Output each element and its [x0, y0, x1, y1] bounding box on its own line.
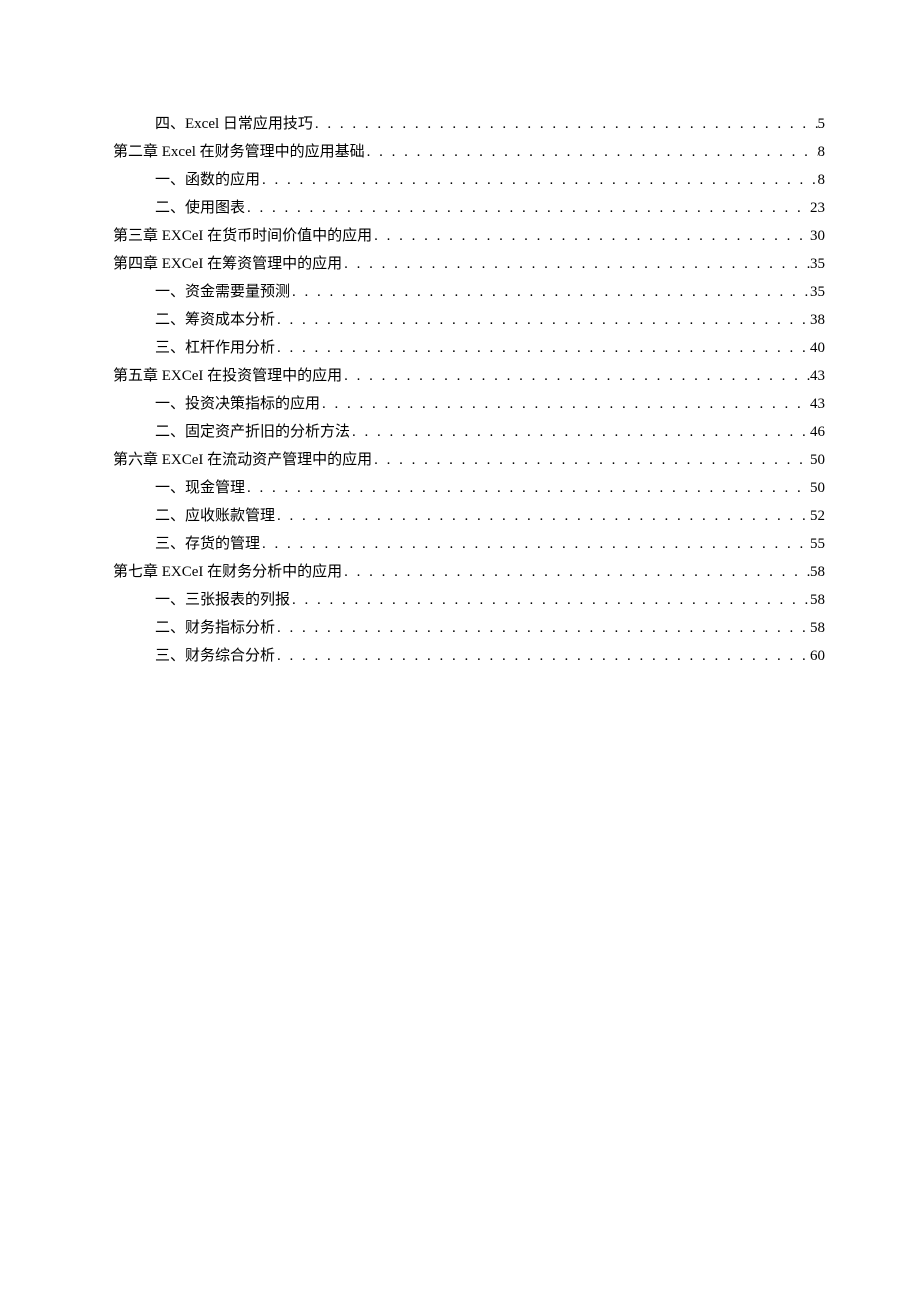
toc-page-number: 5 — [818, 110, 826, 138]
toc-entry: 第二章 Excel 在财务管理中的应用基础 8 — [95, 138, 825, 166]
toc-entry: 第三章 EXCeI 在货币时间价值中的应用 30 — [95, 222, 825, 250]
toc-leader-dots — [313, 110, 818, 138]
toc-entry: 一、资金需要量预测 35 — [95, 278, 825, 306]
toc-title: 第二章 Excel 在财务管理中的应用基础 — [113, 138, 365, 166]
toc-leader-dots — [320, 390, 810, 418]
toc-page-number: 38 — [810, 306, 825, 334]
toc-entry: 第五章 EXCeI 在投资管理中的应用 43 — [95, 362, 825, 390]
toc-leader-dots — [372, 222, 810, 250]
toc-page-number: 58 — [810, 586, 825, 614]
toc-leader-dots — [245, 474, 810, 502]
toc-entry: 一、函数的应用 8 — [95, 166, 825, 194]
toc-title: 二、财务指标分析 — [155, 614, 275, 642]
toc-page-number: 55 — [810, 530, 825, 558]
toc-title: 二、使用图表 — [155, 194, 245, 222]
toc-page-number: 60 — [810, 642, 825, 670]
toc-page-number: 43 — [810, 390, 825, 418]
toc-leader-dots — [372, 446, 810, 474]
toc-leader-dots — [342, 362, 810, 390]
toc-entry: 二、筹资成本分析 38 — [95, 306, 825, 334]
toc-entry: 二、财务指标分析 58 — [95, 614, 825, 642]
toc-leader-dots — [342, 558, 810, 586]
toc-entry: 第六章 EXCeI 在流动资产管理中的应用 50 — [95, 446, 825, 474]
toc-leader-dots — [365, 138, 818, 166]
toc-page-number: 43 — [810, 362, 825, 390]
toc-page-number: 35 — [810, 250, 825, 278]
toc-page-number: 23 — [810, 194, 825, 222]
toc-leader-dots — [290, 586, 810, 614]
toc-page-number: 50 — [810, 446, 825, 474]
toc-entry: 一、投资决策指标的应用 43 — [95, 390, 825, 418]
toc-leader-dots — [275, 306, 810, 334]
toc-entry: 三、杠杆作用分析 40 — [95, 334, 825, 362]
toc-leader-dots — [260, 166, 817, 194]
toc-leader-dots — [245, 194, 810, 222]
toc-entry: 一、现金管理 50 — [95, 474, 825, 502]
toc-leader-dots — [350, 418, 810, 446]
toc-title: 二、筹资成本分析 — [155, 306, 275, 334]
toc-leader-dots — [290, 278, 810, 306]
toc-entry: 四、Excel 日常应用技巧 5 — [95, 110, 825, 138]
toc-page-number: 58 — [810, 614, 825, 642]
toc-leader-dots — [275, 334, 810, 362]
toc-entry: 一、三张报表的列报 58 — [95, 586, 825, 614]
toc-entry: 二、固定资产折旧的分析方法 46 — [95, 418, 825, 446]
toc-title: 第三章 EXCeI 在货币时间价值中的应用 — [113, 222, 372, 250]
toc-title: 一、现金管理 — [155, 474, 245, 502]
toc-entry: 第四章 EXCeI 在筹资管理中的应用 35 — [95, 250, 825, 278]
toc-page-number: 58 — [810, 558, 825, 586]
toc-title: 第四章 EXCeI 在筹资管理中的应用 — [113, 250, 342, 278]
toc-title: 一、投资决策指标的应用 — [155, 390, 320, 418]
toc-entry: 三、财务综合分析 60 — [95, 642, 825, 670]
toc-page-number: 46 — [810, 418, 825, 446]
table-of-contents: 四、Excel 日常应用技巧5第二章 Excel 在财务管理中的应用基础8一、函… — [95, 110, 825, 670]
toc-title: 三、杠杆作用分析 — [155, 334, 275, 362]
toc-title: 第五章 EXCeI 在投资管理中的应用 — [113, 362, 342, 390]
toc-entry: 二、使用图表 23 — [95, 194, 825, 222]
toc-page-number: 8 — [818, 138, 826, 166]
toc-page-number: 50 — [810, 474, 825, 502]
toc-entry: 二、应收账款管理 52 — [95, 502, 825, 530]
toc-title: 三、财务综合分析 — [155, 642, 275, 670]
toc-page-number: 35 — [810, 278, 825, 306]
toc-title: 一、资金需要量预测 — [155, 278, 290, 306]
toc-leader-dots — [260, 530, 810, 558]
toc-leader-dots — [275, 614, 810, 642]
toc-leader-dots — [342, 250, 810, 278]
toc-title: 一、三张报表的列报 — [155, 586, 290, 614]
toc-page-number: 52 — [810, 502, 825, 530]
toc-entry: 三、存货的管理 55 — [95, 530, 825, 558]
toc-leader-dots — [275, 642, 810, 670]
toc-page-number: 8 — [818, 166, 826, 194]
toc-page-number: 40 — [810, 334, 825, 362]
toc-page-number: 30 — [810, 222, 825, 250]
toc-leader-dots — [275, 502, 810, 530]
toc-title: 二、应收账款管理 — [155, 502, 275, 530]
toc-title: 二、固定资产折旧的分析方法 — [155, 418, 350, 446]
toc-title: 三、存货的管理 — [155, 530, 260, 558]
toc-title: 四、Excel 日常应用技巧 — [155, 110, 313, 138]
toc-title: 第六章 EXCeI 在流动资产管理中的应用 — [113, 446, 372, 474]
toc-entry: 第七章 EXCeI 在财务分析中的应用 58 — [95, 558, 825, 586]
toc-title: 一、函数的应用 — [155, 166, 260, 194]
toc-title: 第七章 EXCeI 在财务分析中的应用 — [113, 558, 342, 586]
